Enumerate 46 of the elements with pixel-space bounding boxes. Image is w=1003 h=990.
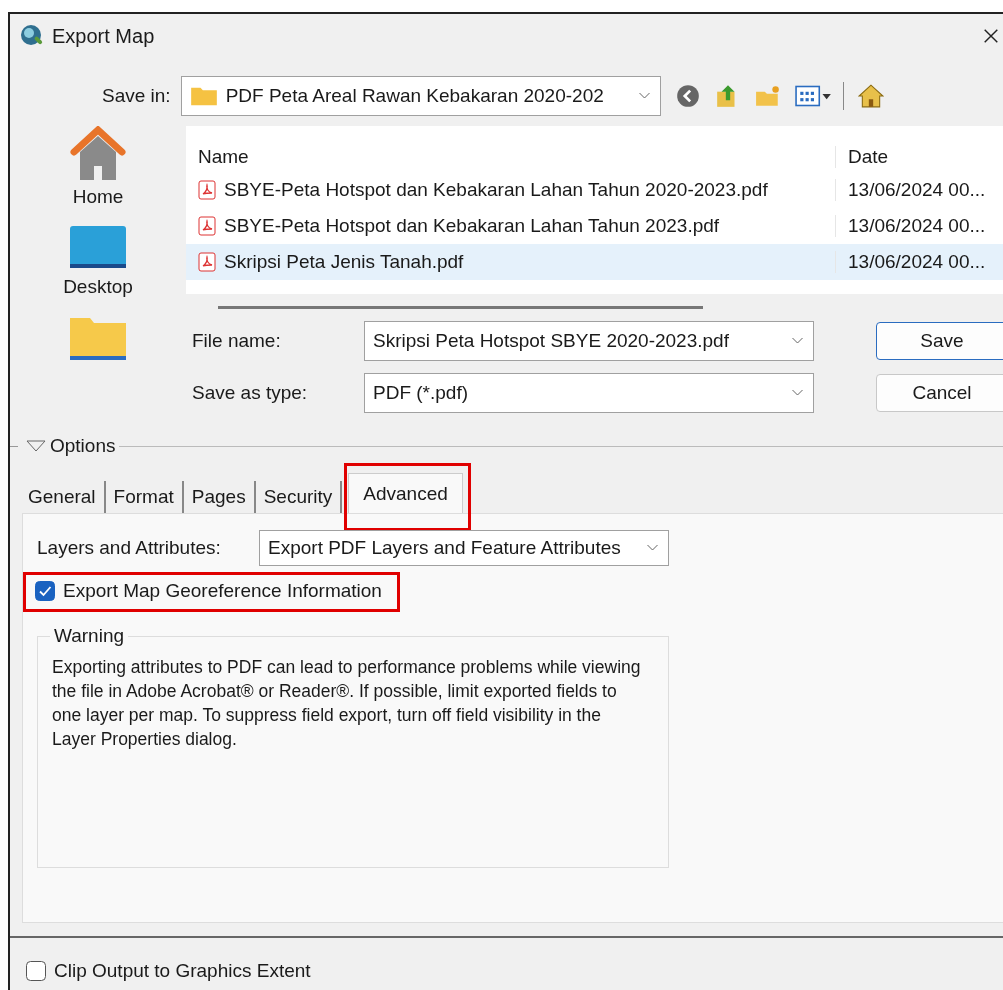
file-date: 13/06/2024 00... (847, 179, 986, 201)
app-globe-icon (20, 24, 44, 48)
caret-icon (791, 337, 804, 345)
save-as-type-dropdown[interactable]: PDF (*.pdf) (364, 373, 814, 413)
file-name: SBYE-Peta Hotspot dan Kebakaran Lahan Tahun 2020-2023.pdf (224, 179, 768, 201)
cancel-button[interactable]: Cancel (876, 374, 1003, 412)
file-row[interactable]: SBYE-Peta Hotspot dan Kebakaran Lahan Tahun 2020-2023.pdf 13/06/2024 00... (186, 172, 1003, 208)
caret-icon (646, 544, 659, 552)
home-icon[interactable] (857, 83, 884, 109)
checkbox-label[interactable]: Clip Output to Graphics Extent (54, 960, 311, 982)
pdf-file-icon (198, 216, 216, 236)
file-name: Skripsi Peta Jenis Tanah.pdf (224, 251, 464, 273)
save-in-dropdown[interactable]: PDF Peta Areal Rawan Kebakaran 2020-202 (180, 76, 661, 116)
checkbox[interactable] (35, 581, 55, 601)
checkbox-label[interactable]: Export Map Georeference Information (63, 580, 382, 602)
checkbox[interactable] (26, 961, 46, 981)
back-icon[interactable] (674, 83, 701, 109)
home-icon[interactable] (67, 126, 129, 182)
caret-icon (791, 389, 804, 397)
close-icon[interactable] (982, 27, 1000, 45)
save-button[interactable]: Save (876, 322, 1003, 360)
pdf-file-icon (198, 252, 216, 272)
save-in-label: Save in: (102, 85, 171, 107)
layers-attributes-label: Layers and Attributes: (37, 537, 222, 559)
file-row[interactable]: Skripsi Peta Jenis Tanah.pdf 13/06/2024 00... (186, 244, 1003, 280)
place-label[interactable]: Home (72, 186, 124, 208)
view-menu-icon[interactable] (794, 83, 833, 109)
caret-icon (637, 92, 651, 100)
expand-triangle-icon (26, 440, 46, 452)
pdf-file-icon (198, 180, 216, 200)
place-label[interactable]: Desktop (63, 276, 133, 298)
save-as-type-label: Save as type: (191, 382, 309, 404)
column-header[interactable]: Date (836, 146, 889, 168)
file-name-label: File name: (191, 330, 282, 352)
layers-attributes-dropdown[interactable]: Export PDF Layers and Feature Attributes (259, 530, 669, 566)
scrollbar-thumb[interactable] (218, 306, 703, 309)
file-date: 13/06/2024 00... (847, 215, 986, 237)
file-date: 13/06/2024 00... (847, 251, 986, 273)
file-row[interactable]: SBYE-Peta Hotspot dan Kebakaran Lahan Tahun 2023.pdf 13/06/2024 00... (186, 208, 1003, 244)
tab[interactable]: Advanced (348, 473, 463, 513)
options-toggle[interactable]: Options (22, 435, 120, 457)
file-name: SBYE-Peta Hotspot dan Kebakaran Lahan Tahun 2023.pdf (224, 215, 720, 237)
warning-text: Exporting attributes to PDF can lead to performance problems while viewing the file in Adobe Acrobat® or Reader®. If possible, limit exported fields to one layer per map. To suppress field export, turn off field visibility in the Layer Properties dialog. (52, 656, 642, 751)
file-name-field[interactable]: Skripsi Peta Hotspot SBYE 2020-2023.pdf (364, 321, 814, 361)
column-header[interactable]: Name (186, 146, 836, 168)
window-title: Export Map (52, 24, 155, 48)
